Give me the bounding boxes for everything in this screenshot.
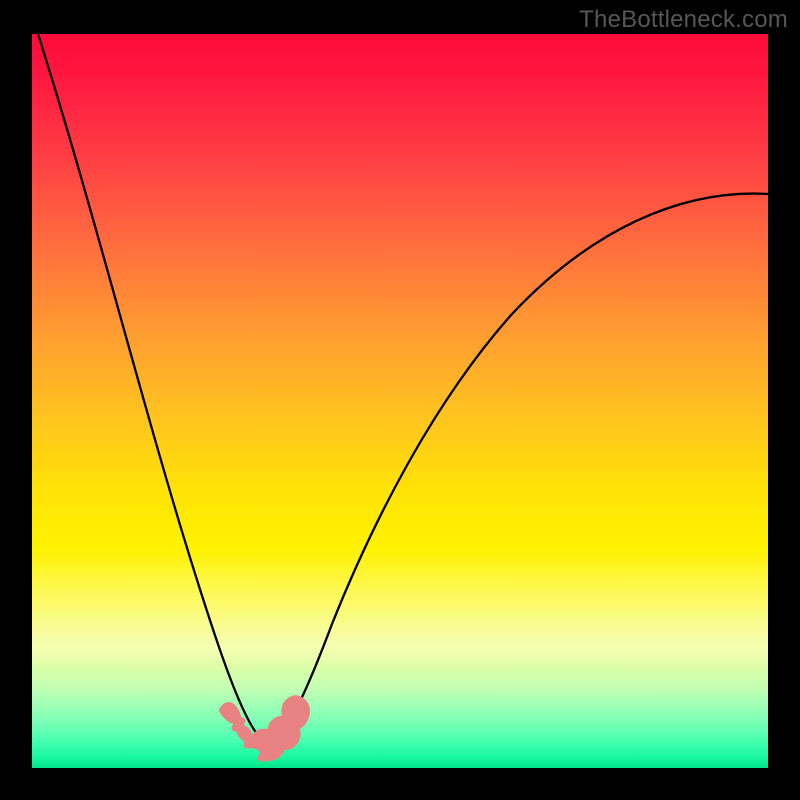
- watermark-text: TheBottleneck.com: [579, 6, 788, 34]
- bottleneck-curve: [38, 34, 768, 741]
- marker-blob: [223, 699, 307, 758]
- plot-area: [32, 34, 768, 768]
- chart-frame: TheBottleneck.com: [0, 0, 800, 800]
- curve-layer: [32, 34, 768, 768]
